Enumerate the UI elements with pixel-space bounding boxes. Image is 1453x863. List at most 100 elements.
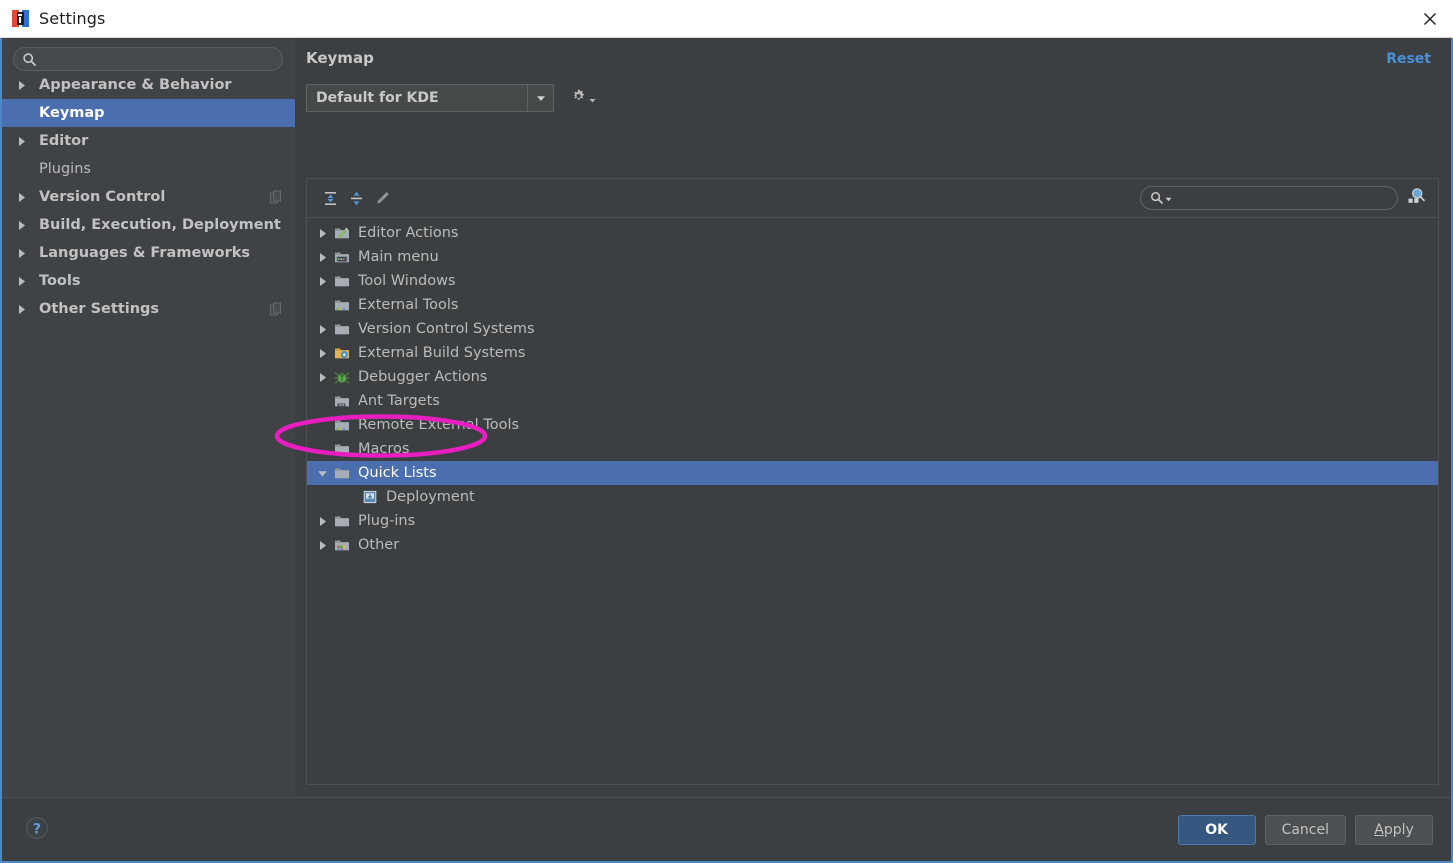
tree-row[interactable]: Debugger Actions <box>307 365 1438 389</box>
tree-row[interactable]: External Tools <box>307 293 1438 317</box>
dialog-footer: ? OK Cancel Apply <box>2 797 1451 861</box>
sidebar-item-label: Version Control <box>39 189 166 205</box>
tree-row-label: Tool Windows <box>358 272 456 289</box>
gear-icon <box>570 88 587 109</box>
folder-icon <box>333 465 351 481</box>
sidebar-item-label: Other Settings <box>39 301 160 317</box>
chevron-right-icon[interactable] <box>16 248 30 259</box>
keymap-scheme-combobox[interactable]: Default for KDE <box>306 84 554 112</box>
sidebar-item-list: Appearance & Behavior Keymap Editor Plugins… <box>2 71 295 323</box>
tree-row-label: Quick Lists <box>358 464 437 481</box>
button-mnemonic: A <box>1374 822 1384 838</box>
chevron-right-icon[interactable] <box>311 252 333 263</box>
chevron-right-icon[interactable] <box>311 324 333 335</box>
tree-row[interactable]: Tool Windows <box>307 269 1438 293</box>
tree-row[interactable]: Deployment <box>307 485 1438 509</box>
tree-row-label: Debugger Actions <box>358 368 488 385</box>
chevron-right-icon[interactable] <box>311 348 333 359</box>
search-dropdown-icon[interactable] <box>1150 191 1172 205</box>
sidebar-search-input[interactable] <box>37 51 282 67</box>
cancel-button[interactable]: Cancel <box>1264 815 1346 845</box>
close-icon[interactable] <box>1407 0 1453 37</box>
tree-row[interactable]: Plug-ins <box>307 509 1438 533</box>
folder-icon <box>333 513 351 529</box>
chevron-right-icon[interactable] <box>311 516 333 527</box>
chevron-right-icon[interactable] <box>16 304 30 315</box>
tree-row[interactable]: Quick Lists <box>307 461 1438 485</box>
sidebar-search-box[interactable] <box>13 47 283 71</box>
apply-button[interactable]: Apply <box>1355 815 1433 845</box>
sidebar-item-label: Editor <box>39 133 89 149</box>
window-title: Settings <box>39 9 106 28</box>
find-by-shortcut-icon[interactable] <box>1406 186 1426 210</box>
chevron-right-icon[interactable] <box>16 220 30 231</box>
tree-row-label: Main menu <box>358 248 439 265</box>
ok-button[interactable]: OK <box>1177 815 1256 845</box>
sidebar-item-label: Plugins <box>39 161 91 177</box>
sidebar-item-keymap[interactable]: Keymap <box>2 99 295 127</box>
find-action-field[interactable] <box>1140 186 1398 210</box>
sidebar-item-other-settings[interactable]: Other Settings <box>2 295 295 323</box>
chevron-right-icon[interactable] <box>311 540 333 551</box>
button-label: Cancel <box>1281 822 1329 838</box>
tree-row[interactable]: External Build Systems <box>307 341 1438 365</box>
scheme-actions-button[interactable] <box>570 88 596 109</box>
sidebar-item-version-control[interactable]: Version Control <box>2 183 295 211</box>
gear-dropdown-arrow-icon <box>589 89 596 108</box>
reset-link[interactable]: Reset <box>1386 51 1431 67</box>
sidebar-item-build-execution-deployment[interactable]: Build, Execution, Deployment <box>2 211 295 239</box>
sidebar-item-label: Appearance & Behavior <box>39 77 232 93</box>
tree-row-label: External Build Systems <box>358 344 526 361</box>
chevron-right-icon[interactable] <box>16 192 30 203</box>
sidebar-item-languages-frameworks[interactable]: Languages & Frameworks <box>2 239 295 267</box>
main-menu-icon <box>333 249 351 265</box>
keymap-tree-container: Editor Actions Main menu Tool Windows Exter… <box>306 178 1439 785</box>
sidebar-item-appearance-behavior[interactable]: Appearance & Behavior <box>2 71 295 99</box>
chevron-right-icon[interactable] <box>311 228 333 239</box>
sidebar-item-plugins[interactable]: Plugins <box>2 155 295 183</box>
ant-targets-icon: ant <box>333 393 351 409</box>
tree-row[interactable]: Version Control Systems <box>307 317 1438 341</box>
chevron-right-icon[interactable] <box>16 136 30 147</box>
title-bar: Settings <box>0 0 1453 38</box>
build-systems-icon <box>333 345 351 361</box>
tree-row-label: Version Control Systems <box>358 320 535 337</box>
chevron-down-icon[interactable] <box>527 85 553 111</box>
button-label: OK <box>1205 822 1228 838</box>
debugger-bug-icon <box>333 369 351 385</box>
tree-row-label: Remote External Tools <box>358 416 520 433</box>
find-action-input[interactable] <box>1172 190 1397 206</box>
sidebar-item-label: Build, Execution, Deployment <box>39 217 281 233</box>
chevron-right-icon[interactable] <box>16 276 30 287</box>
sidebar-item-tools[interactable]: Tools <box>2 267 295 295</box>
tree-row[interactable]: Remote External Tools <box>307 413 1438 437</box>
chevron-right-icon[interactable] <box>311 372 333 383</box>
tree-row-label: Editor Actions <box>358 224 459 241</box>
tree-row[interactable]: Editor Actions <box>307 221 1438 245</box>
settings-sidebar: Appearance & Behavior Keymap Editor Plugins… <box>2 38 295 797</box>
sidebar-item-label: Keymap <box>39 105 105 121</box>
other-icon <box>333 537 351 553</box>
tree-row[interactable]: Main menu <box>307 245 1438 269</box>
keymap-panel: Keymap Reset Default for KDE Editor Acti… <box>295 38 1451 797</box>
keymap-tree[interactable]: Editor Actions Main menu Tool Windows Exter… <box>307 218 1438 784</box>
chevron-right-icon[interactable] <box>16 80 30 91</box>
tree-row[interactable]: ant Ant Targets <box>307 389 1438 413</box>
sidebar-item-editor[interactable]: Editor <box>2 127 295 155</box>
tree-row-label: Ant Targets <box>358 392 440 409</box>
folder-icon <box>333 321 351 337</box>
svg-text:ant: ant <box>339 403 345 407</box>
help-question-icon[interactable]: ? <box>24 815 50 841</box>
chevron-right-icon[interactable] <box>311 276 333 287</box>
pencil-edit-icon[interactable] <box>369 185 395 211</box>
collapse-all-icon[interactable] <box>343 185 369 211</box>
expand-all-icon[interactable] <box>317 185 343 211</box>
scheme-row: Default for KDE <box>295 78 1451 118</box>
chevron-down-icon[interactable] <box>311 468 333 479</box>
tree-row[interactable]: Other <box>307 533 1438 557</box>
intellij-logo-icon <box>12 10 29 27</box>
tree-row[interactable]: Macros <box>307 437 1438 461</box>
sidebar-item-label: Tools <box>39 273 81 289</box>
external-tools-icon <box>333 297 351 313</box>
tree-find-area <box>1140 186 1426 210</box>
